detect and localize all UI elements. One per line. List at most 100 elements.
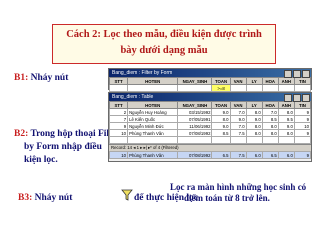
maximize-icon[interactable] (293, 70, 301, 78)
close-icon[interactable] (302, 70, 310, 78)
table-cell[interactable]: 07/08/1992 (177, 151, 213, 159)
table-cell[interactable]: 7.0 (229, 122, 247, 130)
step-3-text: Nháy nút (34, 193, 73, 203)
filter-criteria-row: >=8 (108, 84, 312, 92)
table-cell[interactable]: 8.0 (261, 122, 279, 130)
table-cell[interactable]: 9.0 (211, 122, 231, 130)
table-cell[interactable]: 9.0 (229, 115, 247, 123)
table-cell[interactable]: 8.5 (261, 115, 279, 123)
column-header: HOA (261, 101, 279, 109)
table-cell[interactable]: 8.0 (277, 108, 295, 116)
table-cell[interactable]: 6.5 (211, 151, 231, 159)
table-cell[interactable]: 07/05/1991 (177, 115, 213, 123)
filter-window-title: Bang_diem : Filter by Form (112, 70, 173, 76)
criteria-cell[interactable] (293, 84, 312, 92)
step-2: B2: Trong hộp thoại Filter by Form nhập … (14, 128, 121, 167)
table-cell[interactable]: 6.0 (277, 151, 295, 159)
table-cell[interactable] (277, 136, 295, 144)
filter-header-row: STT HOTEN NGAY_SINH TOAN VAN LY HOA ANH … (108, 77, 312, 85)
criteria-cell[interactable] (229, 84, 247, 92)
table-row[interactable]: 9 Nguyễn Minh Đức 11/06/1992 9.0 7.0 8.0… (108, 122, 312, 130)
step-1-text: Nháy nút (30, 73, 69, 83)
table-row[interactable]: 10 Phùng Thanh Vân 07/08/1992 8.5 7.5 8.… (108, 129, 312, 137)
record-navigator[interactable]: Record: 14 ◂ 1 ▸ ▸| ▸* of 4 (Filtered) (109, 144, 311, 151)
table-cell[interactable]: 9.0 (277, 122, 295, 130)
column-header: TIN (293, 77, 312, 85)
table-cell[interactable]: 7.0 (261, 108, 279, 116)
table-cell[interactable]: 7.5 (229, 151, 247, 159)
column-header: STT (108, 101, 129, 109)
table-cell[interactable]: 9.0 (245, 115, 263, 123)
maximize-icon[interactable] (293, 94, 301, 102)
step-1: B1: Nháy nút (14, 73, 68, 83)
table-cell[interactable] (211, 136, 231, 144)
filter-grid: STT HOTEN NGAY_SINH TOAN VAN LY HOA ANH … (108, 77, 312, 92)
table-cell[interactable]: 9 (108, 122, 129, 130)
table-cell[interactable]: 8.0 (245, 122, 263, 130)
column-header: ANH (277, 77, 295, 85)
step-3: B3: Nháy nút (18, 193, 72, 203)
table-cell[interactable] (261, 136, 279, 144)
filter-funnel-icon[interactable] (120, 188, 134, 202)
step-2-label: B2: (14, 129, 29, 139)
criteria-cell[interactable] (108, 84, 129, 92)
table-cell[interactable] (229, 136, 247, 144)
table-cell[interactable]: 11/06/1992 (177, 122, 213, 130)
table-cell[interactable] (293, 136, 312, 144)
table-cell[interactable]: 8.0 (261, 129, 279, 137)
table-cell[interactable]: Nguyễn Minh Đức (127, 122, 179, 130)
table-cell[interactable] (245, 136, 263, 144)
table-cell[interactable]: 7.0 (229, 108, 247, 116)
table-cell[interactable]: 2 (108, 108, 129, 116)
table-cell[interactable]: 9 (293, 108, 312, 116)
table-cell[interactable]: 07/08/1992 (177, 129, 213, 137)
table-cell[interactable]: Phùng Thanh Vân (127, 151, 179, 159)
minimize-icon[interactable] (284, 70, 292, 78)
criteria-cell[interactable] (177, 84, 213, 92)
criteria-cell[interactable] (245, 84, 263, 92)
new-record-row[interactable] (108, 136, 312, 144)
table-cell[interactable]: 9 (293, 151, 312, 159)
column-header: HOA (261, 77, 279, 85)
table-cell[interactable]: 10 (108, 129, 129, 137)
table-cell[interactable]: Nguyễn Huy Hoàng (127, 108, 179, 116)
column-header: LY (245, 101, 263, 109)
table-cell[interactable]: 9.0 (211, 108, 231, 116)
table-cell[interactable]: 8.0 (245, 129, 263, 137)
table-cell[interactable]: 7 (108, 115, 129, 123)
table-cell[interactable]: 10 (108, 151, 129, 159)
table-cell[interactable]: 9.5 (277, 115, 295, 123)
filter-by-form-window: Bang_diem : Filter by Form STT HOTEN NGA… (108, 68, 312, 92)
result-note: Lọc ra màn hình những học sinh có điểm t… (170, 182, 310, 204)
table-row[interactable]: 10 Phùng Thanh Vân 07/08/1992 6.5 7.5 6.… (108, 151, 312, 159)
title-box: Cách 2: Lọc theo mẫu, điều kiện được trì… (52, 24, 276, 64)
table-cell[interactable]: 8.0 (211, 115, 231, 123)
table-cell[interactable] (127, 136, 179, 144)
table-row[interactable]: 2 Nguyễn Huy Hoàng 03/15/1992 9.0 7.0 8.… (108, 108, 312, 116)
column-header: LY (245, 77, 263, 85)
table-cell[interactable]: 8.0 (245, 108, 263, 116)
table-cell[interactable]: 7.5 (229, 129, 247, 137)
table-cell[interactable] (108, 136, 129, 144)
table-cell[interactable]: Lê Kiến Quốc (127, 115, 179, 123)
table-cell[interactable]: 6.0 (245, 151, 263, 159)
table-cell[interactable]: 9 (293, 115, 312, 123)
criteria-cell[interactable] (261, 84, 279, 92)
close-icon[interactable] (302, 94, 310, 102)
minimize-icon[interactable] (284, 94, 292, 102)
table-window: Bang_diem : Table STT HOTEN NGAY_SINH TO… (108, 92, 312, 162)
table-cell[interactable]: 03/15/1992 (177, 108, 213, 116)
table-cell[interactable]: 8.0 (277, 129, 295, 137)
table-cell[interactable]: 8.5 (211, 129, 231, 137)
criteria-cell[interactable] (277, 84, 295, 92)
criteria-cell[interactable] (127, 84, 179, 92)
criteria-toan-cell[interactable]: >=8 (211, 84, 231, 92)
column-header: TOAN (211, 77, 231, 85)
table-cell[interactable]: 9 (293, 129, 312, 137)
table-cell[interactable] (177, 136, 213, 144)
table-cell[interactable]: Phùng Thanh Vân (127, 129, 179, 137)
table-cell[interactable]: 6.5 (261, 151, 279, 159)
table-cell[interactable]: 10 (293, 122, 312, 130)
table-row[interactable]: 7 Lê Kiến Quốc 07/05/1991 8.0 9.0 9.0 8.… (108, 115, 312, 123)
filter-window-titlebar: Bang_diem : Filter by Form (109, 69, 311, 78)
